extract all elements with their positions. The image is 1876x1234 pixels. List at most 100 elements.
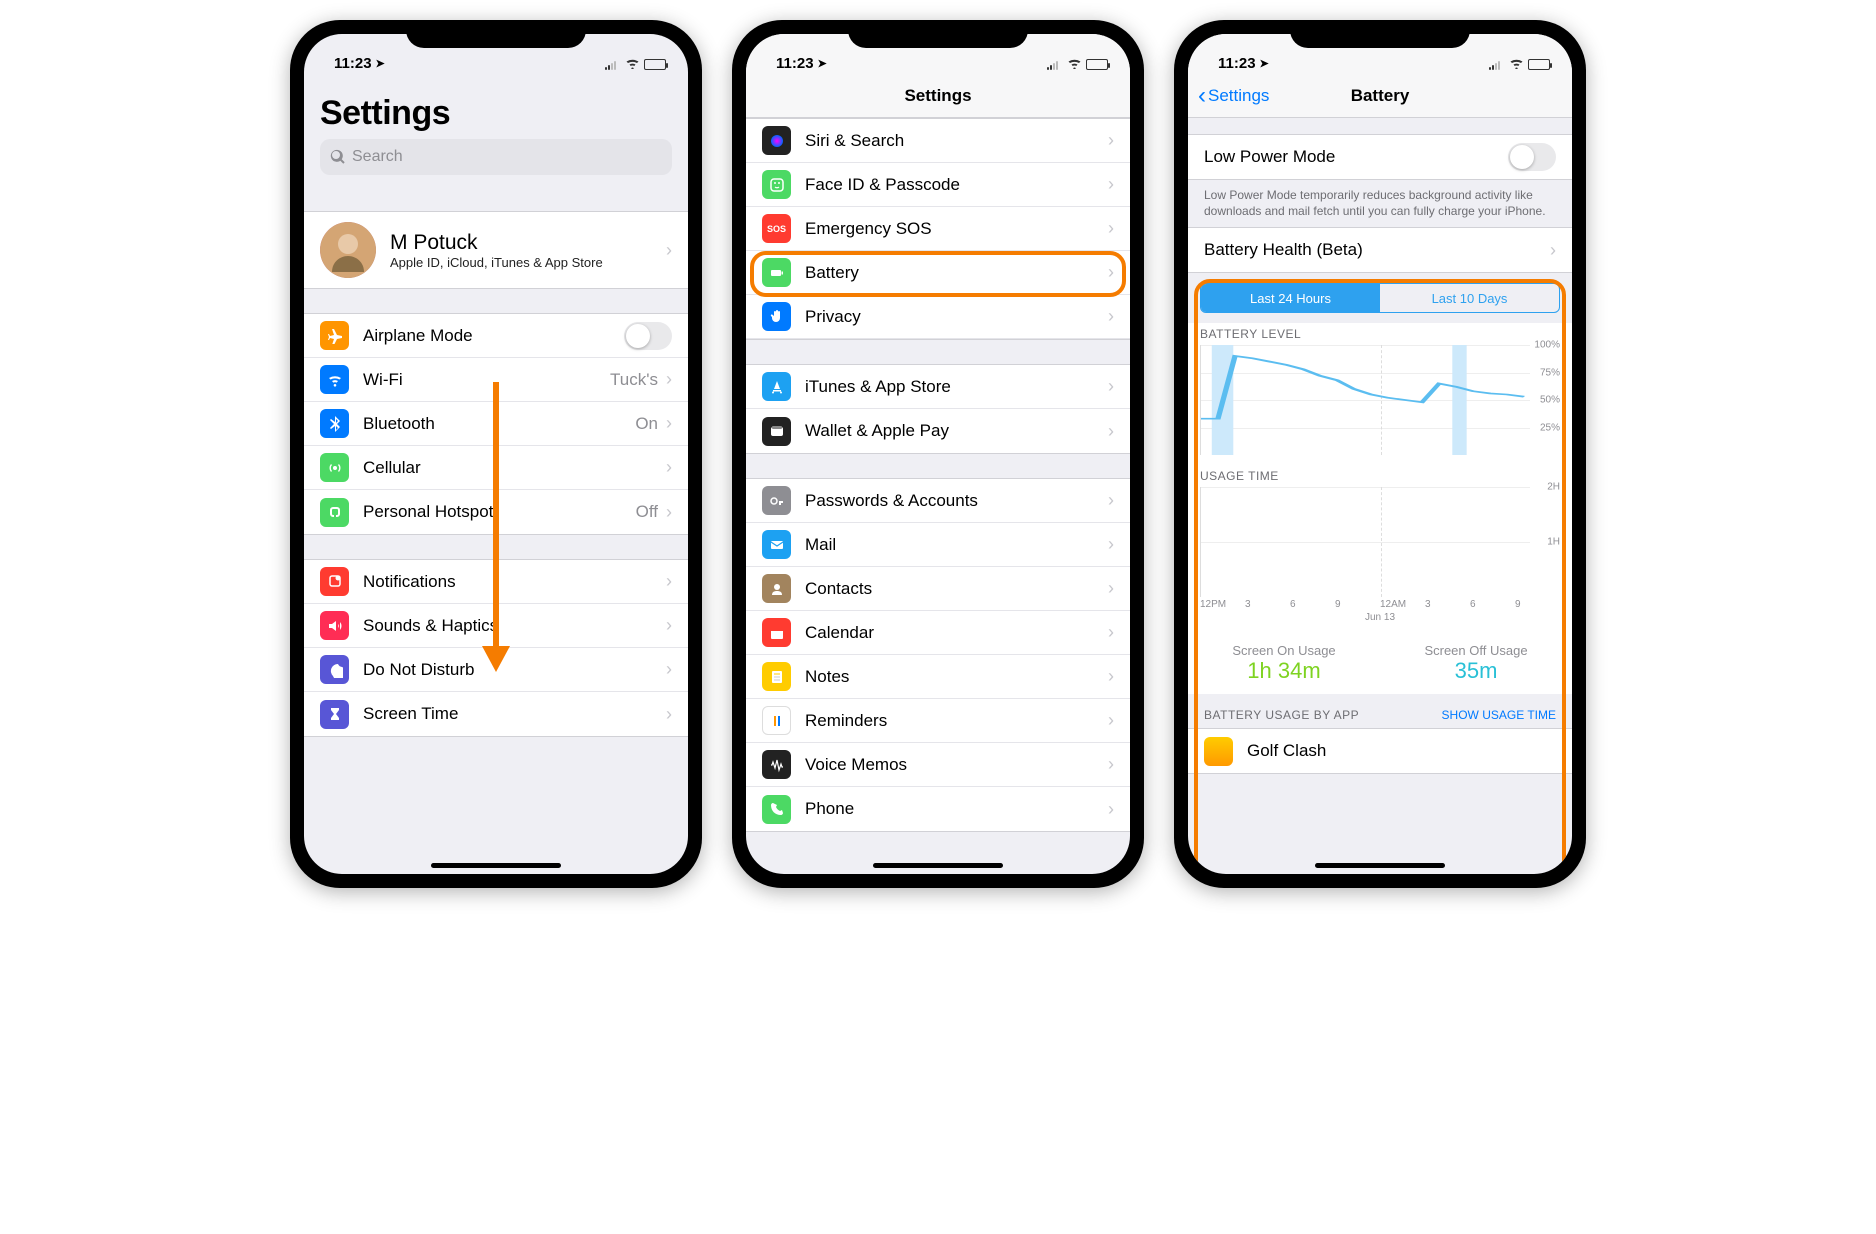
- voicememos-icon: [762, 750, 791, 779]
- mail-label: Mail: [805, 535, 1108, 555]
- wifi-icon: [1067, 57, 1082, 72]
- search-placeholder: Search: [352, 148, 403, 166]
- chevron-right-icon: ›: [666, 704, 672, 725]
- chevron-right-icon: ›: [666, 659, 672, 680]
- wifi-icon: [625, 57, 640, 72]
- apple-id-cell[interactable]: M Potuck Apple ID, iCloud, iTunes & App …: [304, 212, 688, 288]
- chevron-right-icon: ›: [666, 571, 672, 592]
- sounds-icon: [320, 611, 349, 640]
- chevron-right-icon: ›: [1108, 262, 1114, 283]
- cell-bluetooth[interactable]: Bluetooth On›: [304, 402, 688, 446]
- location-icon: ➤: [1260, 57, 1269, 70]
- chevron-right-icon: ›: [1108, 130, 1114, 151]
- battery-health-cell[interactable]: Battery Health (Beta) ›: [1188, 228, 1572, 272]
- chevron-right-icon: ›: [1108, 799, 1114, 820]
- nav-title: Battery: [1351, 86, 1410, 106]
- dnd-icon: [320, 655, 349, 684]
- wallet-icon: [762, 417, 791, 446]
- cell-battery[interactable]: Battery ›: [746, 251, 1130, 295]
- profile-sub: Apple ID, iCloud, iTunes & App Store: [390, 255, 666, 270]
- cell-screentime[interactable]: Screen Time ›: [304, 692, 688, 736]
- segment-24h[interactable]: Last 24 Hours: [1201, 284, 1380, 312]
- low-power-description: Low Power Mode temporarily reduces backg…: [1188, 180, 1572, 227]
- chevron-right-icon: ›: [1108, 710, 1114, 731]
- search-input[interactable]: Search: [320, 139, 672, 175]
- cell-itunes[interactable]: iTunes & App Store ›: [746, 365, 1130, 409]
- cell-dnd[interactable]: Do Not Disturb ›: [304, 648, 688, 692]
- notch: [1290, 20, 1470, 48]
- battery-label: Battery: [805, 263, 1108, 283]
- privacy-label: Privacy: [805, 307, 1108, 327]
- cell-reminders[interactable]: Reminders ›: [746, 699, 1130, 743]
- chevron-right-icon: ›: [666, 369, 672, 390]
- low-power-mode-cell[interactable]: Low Power Mode: [1188, 135, 1572, 179]
- usage-time-header: USAGE TIME: [1200, 465, 1560, 487]
- cellular-label: Cellular: [363, 458, 666, 478]
- cell-sounds[interactable]: Sounds & Haptics ›: [304, 604, 688, 648]
- chevron-right-icon: ›: [1550, 240, 1556, 261]
- cell-notes[interactable]: Notes ›: [746, 655, 1130, 699]
- notif-icon: [320, 567, 349, 596]
- itunes-label: iTunes & App Store: [805, 377, 1108, 397]
- app-usage-row[interactable]: Golf Clash: [1188, 729, 1572, 773]
- cell-wifi[interactable]: Wi-Fi Tuck's›: [304, 358, 688, 402]
- contacts-icon: [762, 574, 791, 603]
- home-indicator[interactable]: [431, 863, 561, 868]
- notes-label: Notes: [805, 667, 1108, 687]
- cell-notif[interactable]: Notifications ›: [304, 560, 688, 604]
- cell-cellular[interactable]: Cellular ›: [304, 446, 688, 490]
- contacts-label: Contacts: [805, 579, 1108, 599]
- cell-voicememos[interactable]: Voice Memos ›: [746, 743, 1130, 787]
- cell-sos[interactable]: SOS Emergency SOS ›: [746, 207, 1130, 251]
- nav-title: Settings: [904, 86, 971, 106]
- cell-signal-icon: [1489, 60, 1505, 70]
- status-time: 11:23: [776, 55, 814, 72]
- hotspot-icon: [320, 498, 349, 527]
- home-indicator[interactable]: [873, 863, 1003, 868]
- cell-phone[interactable]: Phone ›: [746, 787, 1130, 831]
- cell-hotspot[interactable]: Personal Hotspot Off›: [304, 490, 688, 534]
- screen-off-label: Screen Off Usage: [1380, 643, 1572, 658]
- privacy-icon: [762, 302, 791, 331]
- notch: [406, 20, 586, 48]
- chevron-right-icon: ›: [1108, 218, 1114, 239]
- airplane-toggle[interactable]: [624, 322, 672, 350]
- faceid-icon: [762, 170, 791, 199]
- cell-passwords[interactable]: Passwords & Accounts ›: [746, 479, 1130, 523]
- chevron-right-icon: ›: [666, 502, 672, 523]
- wallet-label: Wallet & Apple Pay: [805, 421, 1108, 441]
- cell-calendar[interactable]: Calendar ›: [746, 611, 1130, 655]
- screentime-icon: [320, 700, 349, 729]
- chevron-right-icon: ›: [1108, 490, 1114, 511]
- cell-airplane[interactable]: Airplane Mode: [304, 314, 688, 358]
- cell-faceid[interactable]: Face ID & Passcode ›: [746, 163, 1130, 207]
- segment-10d[interactable]: Last 10 Days: [1380, 284, 1559, 312]
- passwords-icon: [762, 486, 791, 515]
- reminders-label: Reminders: [805, 711, 1108, 731]
- status-time: 11:23: [334, 55, 372, 72]
- low-power-toggle[interactable]: [1508, 143, 1556, 171]
- back-button[interactable]: ‹ Settings: [1198, 82, 1269, 110]
- chart-date: Jun 13: [1200, 612, 1560, 623]
- cell-contacts[interactable]: Contacts ›: [746, 567, 1130, 611]
- cell-wallet[interactable]: Wallet & Apple Pay ›: [746, 409, 1130, 453]
- notes-icon: [762, 662, 791, 691]
- sounds-label: Sounds & Haptics: [363, 616, 666, 636]
- chevron-right-icon: ›: [1108, 534, 1114, 555]
- cell-privacy[interactable]: Privacy ›: [746, 295, 1130, 339]
- home-indicator[interactable]: [1315, 863, 1445, 868]
- chevron-right-icon: ›: [1108, 376, 1114, 397]
- cell-mail[interactable]: Mail ›: [746, 523, 1130, 567]
- chevron-right-icon: ›: [666, 457, 672, 478]
- wifi-detail: Tuck's: [610, 370, 658, 390]
- chevron-right-icon: ›: [1108, 306, 1114, 327]
- time-range-segmented[interactable]: Last 24 Hours Last 10 Days: [1200, 283, 1560, 313]
- cell-signal-icon: [1047, 60, 1063, 70]
- usage-by-app-header: BATTERY USAGE BY APP: [1204, 708, 1359, 722]
- cell-siri[interactable]: Siri & Search ›: [746, 119, 1130, 163]
- chevron-right-icon: ›: [1108, 622, 1114, 643]
- show-usage-time-button[interactable]: SHOW USAGE TIME: [1442, 708, 1556, 722]
- screentime-label: Screen Time: [363, 704, 666, 724]
- usage-time-chart: 2H 1H: [1200, 487, 1560, 597]
- sos-label: Emergency SOS: [805, 219, 1108, 239]
